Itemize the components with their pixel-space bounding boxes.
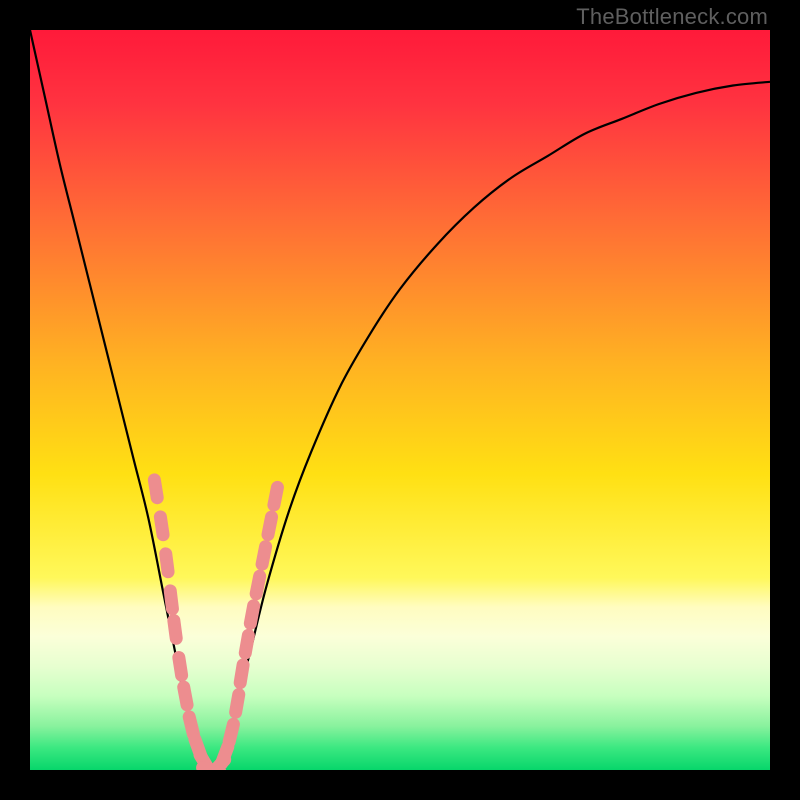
marker-bead	[250, 606, 253, 624]
marker-bead	[256, 576, 260, 594]
marker-bead	[262, 547, 266, 565]
marker-bead	[170, 591, 172, 609]
marker-bead	[184, 687, 187, 705]
marker-bead	[174, 620, 176, 638]
marker-bead	[154, 480, 157, 498]
marker-bead	[179, 658, 182, 676]
marker-bead	[229, 724, 233, 741]
marker-bead	[221, 747, 227, 764]
marker-bead	[189, 717, 193, 734]
chart-svg	[30, 30, 770, 770]
plot-area	[30, 30, 770, 770]
chart-frame: TheBottleneck.com	[0, 0, 800, 800]
marker-bead	[160, 517, 163, 535]
gradient-background	[30, 30, 770, 770]
marker-bead	[274, 487, 278, 505]
marker-bead	[240, 665, 243, 683]
marker-bead	[236, 695, 239, 713]
marker-bead	[268, 517, 272, 535]
marker-bead	[245, 635, 248, 653]
watermark-text: TheBottleneck.com	[576, 4, 768, 30]
marker-bead	[166, 554, 168, 572]
